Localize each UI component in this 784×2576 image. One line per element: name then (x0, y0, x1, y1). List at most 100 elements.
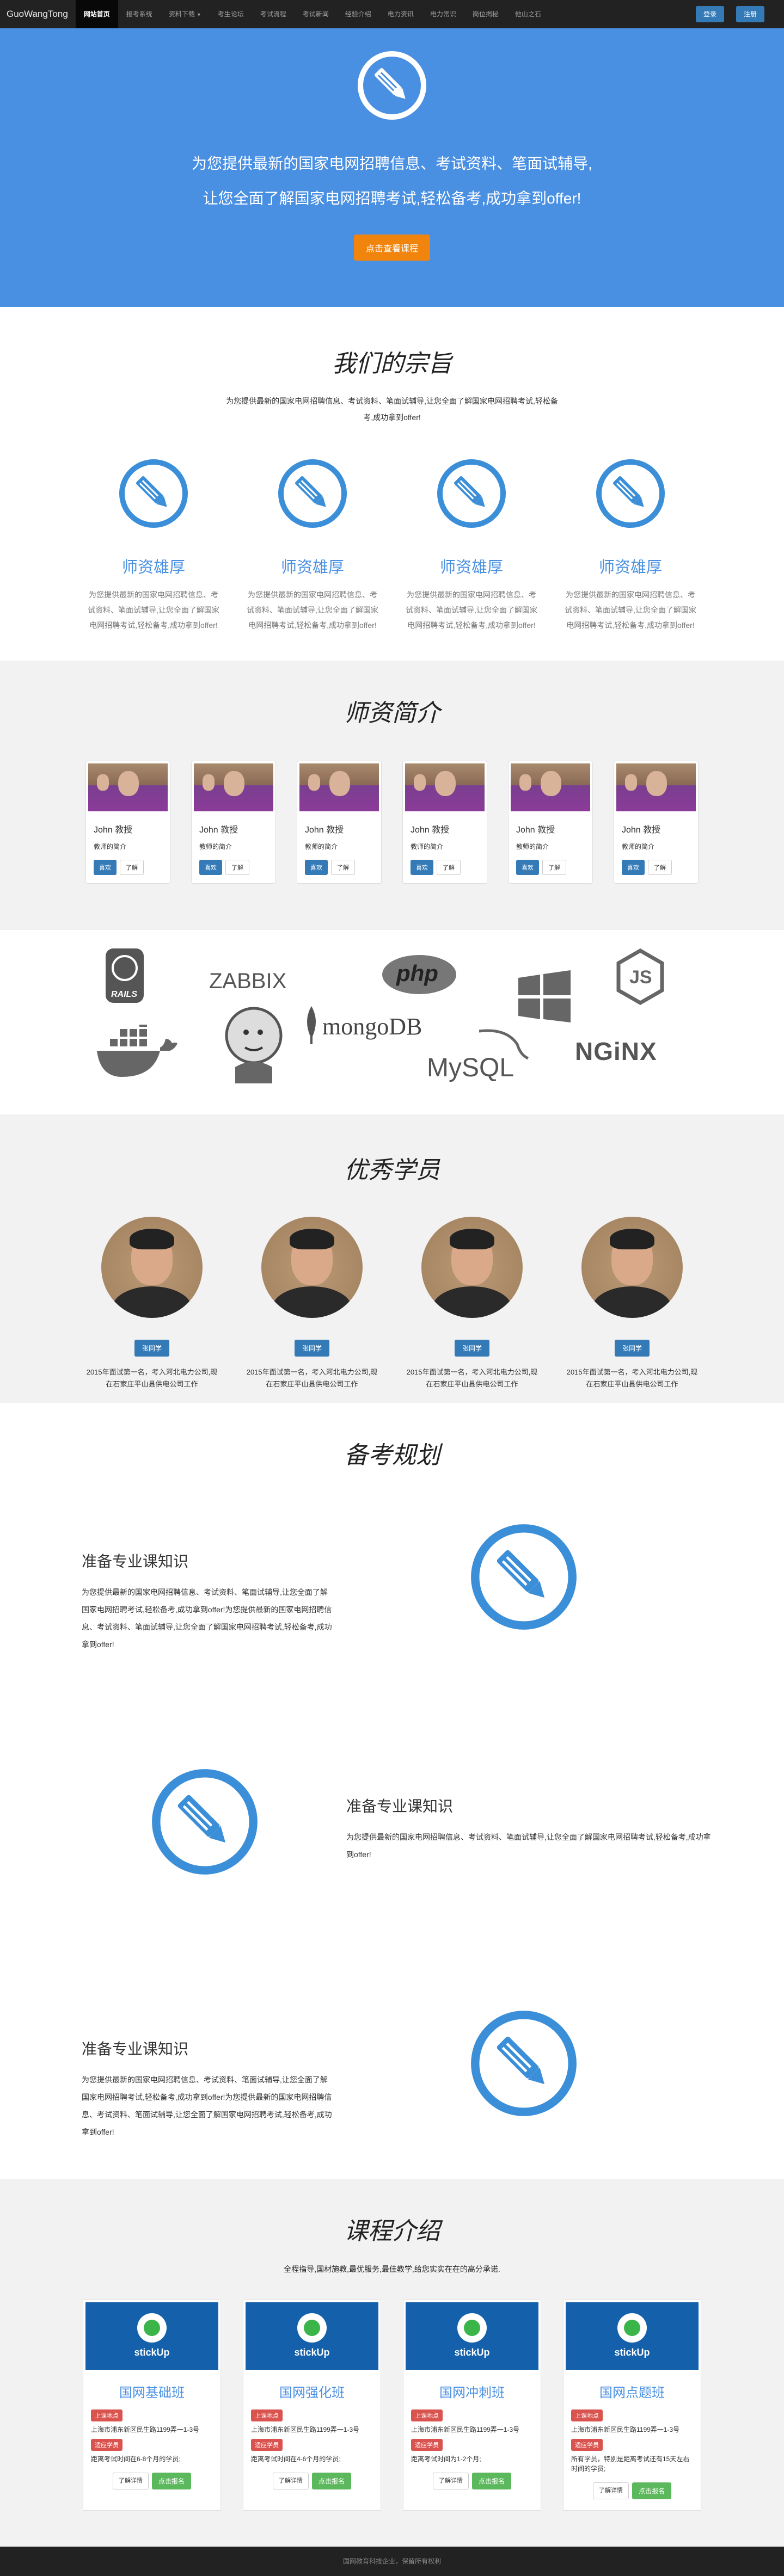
nav-item-news[interactable]: 考试新闻 (295, 0, 337, 28)
teacher-card: John 教授 教师的简介 喜欢 了解 (402, 761, 487, 884)
course-title[interactable]: 国网强化班 (246, 2382, 378, 2401)
mongodb-logo-text: mongoDB (322, 1013, 422, 1040)
chevron-down-icon: ▼ (196, 12, 201, 17)
audience-badge: 适应学员 (411, 2439, 443, 2451)
nginx-logo: NGiNX (575, 1037, 657, 1065)
nodejs-logo-text: JS (629, 967, 652, 988)
nav-item-power-knowledge[interactable]: 电力常识 (422, 0, 464, 28)
signup-button[interactable]: 点击报名 (311, 2473, 351, 2489)
teacher-card: John 教授 教师的简介 喜欢 了解 (297, 761, 382, 884)
plan-row-title: 准备专业课知识 (82, 1553, 189, 1570)
windows-logo (518, 970, 571, 1025)
course-banner: stickUp (566, 2302, 699, 2370)
student-name-button[interactable]: 张同学 (294, 1340, 329, 1357)
student-name-button[interactable]: 张同学 (454, 1340, 489, 1357)
nav-item-experience[interactable]: 经验介绍 (337, 0, 379, 28)
course-address: 上海市浦东新区民生路1199弄一1-3号 (411, 2426, 520, 2433)
php-logo-text: php (396, 960, 438, 986)
nav-item-downloads-label: 资料下载 (168, 10, 195, 18)
course-title[interactable]: 国网冲刺班 (406, 2382, 538, 2401)
student-list: 张同学 2015年面试第一名，考入河北电力公司,现在石家庄平山县供电公司工作 张… (0, 1217, 784, 1390)
nodejs-logo: JS (615, 948, 665, 1006)
course-details-button[interactable]: 了解详情 (272, 2473, 309, 2489)
teacher-photo (616, 763, 696, 811)
signup-button[interactable]: 点击报名 (151, 2473, 191, 2489)
plan-row-title: 准备专业课知识 (346, 1798, 454, 1815)
plan-row: 准备专业课知识 为您提供最新的国家电网招聘信息、考试资料、笔面试辅导,让您全面了… (82, 1550, 332, 1653)
pencil-icon (471, 1524, 577, 1630)
nav-item-home[interactable]: 网站首页 (75, 0, 118, 28)
mission-column-title: 师资雄厚 (598, 559, 662, 576)
learn-more-button[interactable]: 了解 (542, 860, 566, 875)
nav-item-power-news[interactable]: 电力资讯 (379, 0, 422, 28)
student-desc: 2015年面试第一名，考入河北电力公司,现在石家庄平山县供电公司工作 (86, 1368, 218, 1388)
like-button[interactable]: 喜欢 (199, 860, 222, 875)
audience-badge: 适应学员 (91, 2439, 122, 2451)
plan-row-text: 为您提供最新的国家电网招聘信息、考试资料、笔面试辅导,让您全面了解国家电网招聘考… (346, 1833, 711, 1859)
nav-item-jobs[interactable]: 岗位揭秘 (464, 0, 507, 28)
course-audience: 距离考试时间在4-6个月的学员; (251, 2455, 341, 2463)
pencil-icon (471, 2011, 577, 2116)
like-button[interactable]: 喜欢 (94, 860, 117, 875)
footer: 国网教育科技企业，保留所有权利 (0, 2547, 784, 2576)
pencil-icon (278, 459, 347, 528)
teacher-name: John 教授 (622, 825, 661, 835)
student-name-button[interactable]: 张同学 (134, 1340, 169, 1357)
location-badge: 上课地点 (91, 2409, 122, 2421)
register-button[interactable]: 注册 (736, 6, 764, 22)
like-button[interactable]: 喜欢 (305, 860, 328, 875)
nav-item-process[interactable]: 考试流程 (252, 0, 295, 28)
brand-logo[interactable]: GuoWangTong (7, 9, 68, 20)
like-button[interactable]: 喜欢 (411, 860, 433, 875)
plan-row-text: 为您提供最新的国家电网招聘信息、考试资料、笔面试辅导,让您全面了解国家电网招聘考… (82, 1588, 332, 1649)
login-button[interactable]: 登录 (695, 6, 724, 22)
rails-logo: RAILS (101, 946, 148, 1006)
student-name-button[interactable]: 张同学 (614, 1340, 650, 1357)
hero-banner: 为您提供最新的国家电网招聘信息、考试资料、笔面试辅导, 让您全面了解国家电网招聘… (0, 28, 784, 307)
like-button[interactable]: 喜欢 (622, 860, 645, 875)
course-details-button[interactable]: 了解详情 (112, 2473, 149, 2489)
teacher-card: John 教授 教师的简介 喜欢 了解 (508, 761, 593, 884)
teacher-intro: 教师的简介 (516, 843, 549, 851)
nav-item-downloads[interactable]: 资料下载 ▼ (161, 0, 210, 28)
signup-button[interactable]: 点击报名 (632, 2482, 671, 2499)
teacher-name: John 教授 (199, 825, 238, 835)
course-title[interactable]: 国网点题班 (566, 2382, 699, 2401)
like-button[interactable]: 喜欢 (516, 860, 539, 875)
course-title[interactable]: 国网基础班 (85, 2382, 218, 2401)
pencil-icon (119, 459, 188, 528)
course-address: 上海市浦东新区民生路1199弄一1-3号 (251, 2426, 360, 2433)
teacher-photo (405, 763, 485, 811)
learn-more-button[interactable]: 了解 (331, 860, 355, 875)
teachers-section: 师资简介 John 教授 教师的简介 喜欢 了解 John 教授 教师的简介 喜欢… (0, 661, 784, 929)
course-audience: 距离考试时间在6-8个月的学员; (91, 2455, 181, 2463)
learn-more-button[interactable]: 了解 (225, 860, 249, 875)
course-card: stickUp 国网冲刺班 上课地点 上海市浦东新区民生路1199弄一1-3号 … (403, 2300, 541, 2511)
mission-column: 师资雄厚 为您提供最新的国家电网招聘信息、考试资料、笔面试辅导,让您全面了解国家… (244, 458, 381, 633)
view-courses-button[interactable]: 点击查看课程 (353, 235, 430, 261)
learn-more-button[interactable]: 了解 (120, 860, 144, 875)
plan-row: 准备专业课知识 为您提供最新的国家电网招聘信息、考试资料、笔面试辅导,让您全面了… (82, 2037, 332, 2141)
course-address: 上海市浦东新区民生路1199弄一1-3号 (91, 2426, 200, 2433)
nav-item-forum[interactable]: 考生论坛 (210, 0, 252, 28)
students-section: 优秀学员 张同学 2015年面试第一名，考入河北电力公司,现在石家庄平山县供电公… (0, 1114, 784, 1403)
hero-headline-1: 为您提供最新的国家电网招聘信息、考试资料、笔面试辅导, (192, 155, 592, 172)
learn-more-button[interactable]: 了解 (648, 860, 672, 875)
teacher-intro: 教师的简介 (411, 843, 444, 851)
learn-more-button[interactable]: 了解 (437, 860, 461, 875)
rails-logo-text: RAILS (111, 990, 137, 999)
nav-item-others[interactable]: 他山之石 (507, 0, 549, 28)
plan-row-text: 为您提供最新的国家电网招聘信息、考试资料、笔面试辅导,让您全面了解国家电网招聘考… (82, 2075, 332, 2136)
course-banner-label: stickUp (454, 2347, 490, 2358)
teacher-card: John 教授 教师的简介 喜欢 了解 (85, 761, 170, 884)
mysql-logo-text: MySQL (427, 1053, 514, 1082)
mission-column: 师资雄厚 为您提供最新的国家电网招聘信息、考试资料、笔面试辅导,让您全面了解国家… (85, 458, 222, 633)
signup-button[interactable]: 点击报名 (471, 2473, 511, 2489)
course-details-button[interactable]: 了解详情 (592, 2482, 629, 2499)
course-details-button[interactable]: 了解详情 (432, 2473, 469, 2489)
nav-menu: 网站首页 报考系统 资料下载 ▼ 考生论坛 考试流程 考试新闻 经验介绍 电力资讯… (75, 0, 549, 28)
jenkins-logo (224, 1002, 284, 1092)
nav-item-exam-system[interactable]: 报考系统 (118, 0, 161, 28)
student-desc: 2015年面试第一名，考入河北电力公司,现在石家庄平山县供电公司工作 (566, 1368, 698, 1388)
location-badge: 上课地点 (251, 2409, 283, 2421)
